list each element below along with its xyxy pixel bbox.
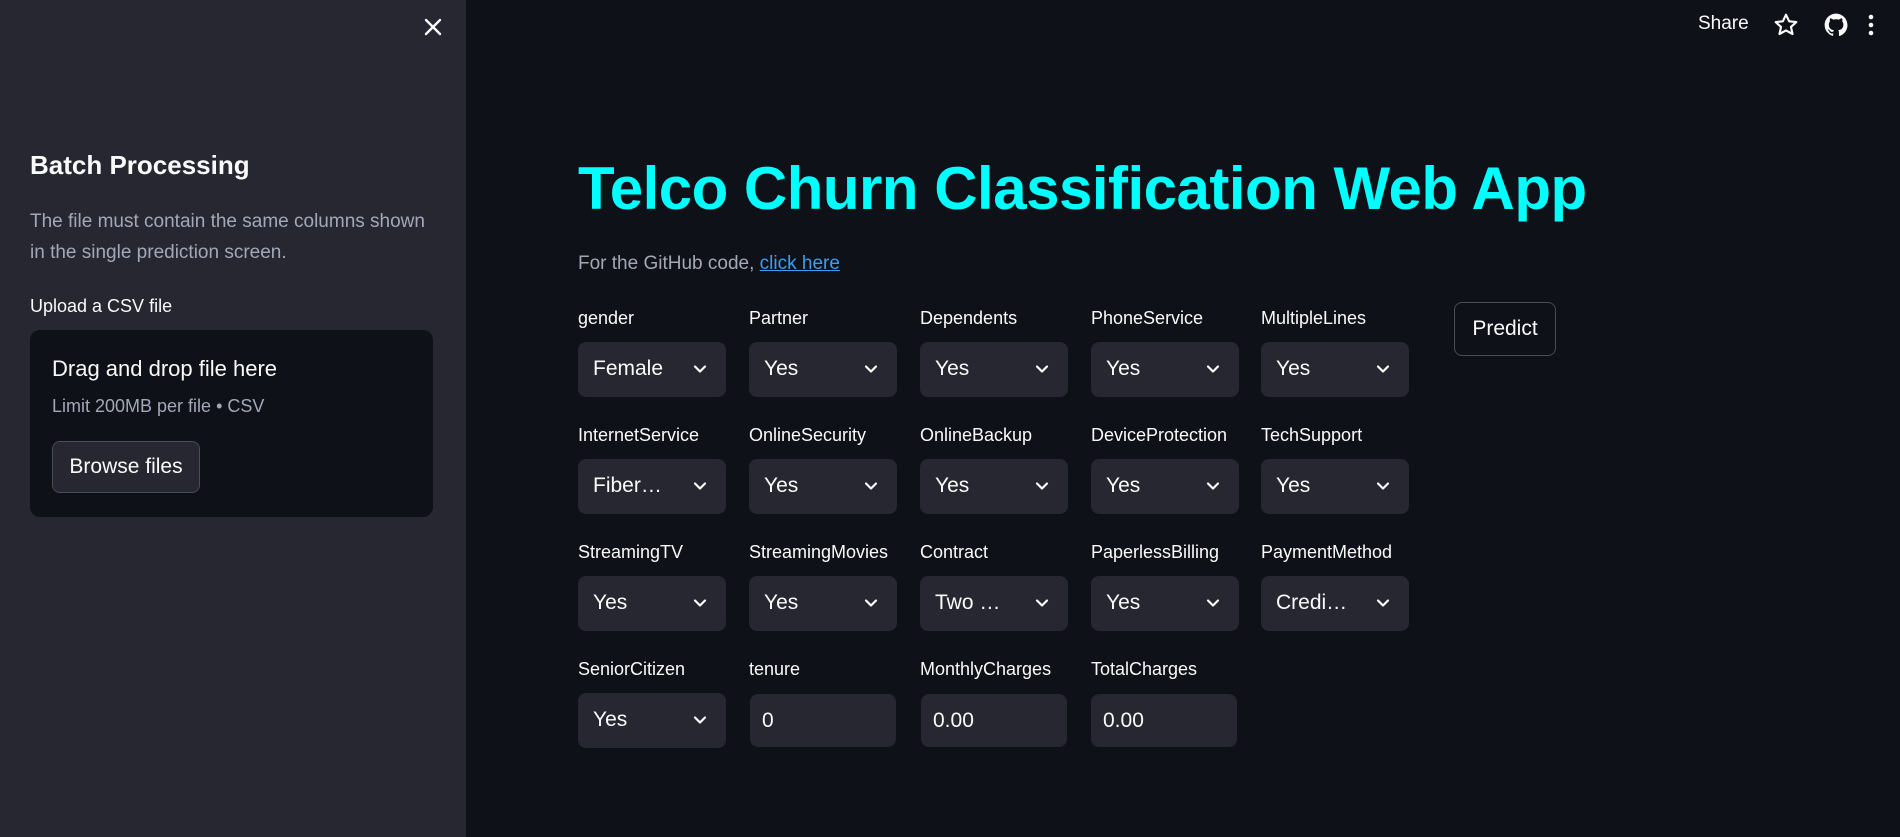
onlinebackup-label: OnlineBackup [920,425,1033,445]
partner-label: Partner [749,308,809,328]
partner-value: Yes [764,357,799,380]
tenure-label: tenure [749,659,801,679]
page-title: Telco Churn Classification Web App [578,155,1587,222]
tenure-field[interactable] [750,694,896,747]
internetservice-select[interactable]: Fiber… [578,459,726,514]
contract-value: Two … [935,591,1001,614]
seniorcitizen-select[interactable]: Yes [578,693,726,748]
chevron-down-icon [864,599,878,607]
chevron-down-icon [1376,482,1390,490]
paperlessbilling-select[interactable]: Yes [1091,576,1239,631]
totalcharges-label: TotalCharges [1091,659,1198,679]
paymentmethod-select[interactable]: Credi… [1261,576,1409,631]
file-dropzone[interactable]: Drag and drop file here Limit 200MB per … [30,330,433,517]
github-prefix: For the GitHub code, [578,253,760,274]
monthlycharges-field[interactable] [921,694,1067,747]
tenure-input[interactable] [751,695,895,746]
deviceprotection-value: Yes [1106,474,1141,497]
chevron-down-icon [1035,599,1049,607]
chevron-down-icon [1376,599,1390,607]
chevron-down-icon [1035,365,1049,373]
star-icon[interactable] [1773,12,1799,38]
phoneservice-label: PhoneService [1091,308,1204,328]
dropzone-title: Drag and drop file here [52,356,278,381]
monthlycharges-input[interactable] [922,695,1066,746]
streamingtv-select[interactable]: Yes [578,576,726,631]
deviceprotection-select[interactable]: Yes [1091,459,1239,514]
gender-select[interactable]: Female [578,342,726,397]
seniorcitizen-label: SeniorCitizen [578,659,686,679]
techsupport-label: TechSupport [1261,425,1363,445]
paymentmethod-value: Credi… [1276,591,1348,614]
chevron-down-icon [864,482,878,490]
chevron-down-icon [1376,365,1390,373]
streamingtv-label: StreamingTV [578,542,684,562]
browse-files-button[interactable]: Browse files [52,441,200,493]
seniorcitizen-value: Yes [593,708,628,731]
onlinebackup-value: Yes [935,474,970,497]
onlinebackup-select[interactable]: Yes [920,459,1068,514]
close-sidebar-button[interactable] [418,12,448,42]
chevron-down-icon [864,365,878,373]
sidebar-title: Batch Processing [30,150,250,180]
streamingmovies-label: StreamingMovies [749,542,889,562]
multiplelines-value: Yes [1276,357,1311,380]
internetservice-value: Fiber… [593,474,662,497]
predict-button[interactable]: Predict [1454,302,1556,356]
close-icon [424,18,442,36]
dependents-select[interactable]: Yes [920,342,1068,397]
onlinesecurity-select[interactable]: Yes [749,459,897,514]
multiplelines-label: MultipleLines [1261,308,1367,328]
contract-select[interactable]: Two … [920,576,1068,631]
phoneservice-select[interactable]: Yes [1091,342,1239,397]
github-link[interactable]: click here [760,253,840,274]
dependents-label: Dependents [920,308,1018,328]
gender-value: Female [593,357,664,380]
phoneservice-value: Yes [1106,357,1141,380]
chevron-down-icon [693,716,707,724]
techsupport-select[interactable]: Yes [1261,459,1409,514]
partner-select[interactable]: Yes [749,342,897,397]
chevron-down-icon [1206,365,1220,373]
github-icon[interactable] [1823,12,1849,38]
internetservice-label: InternetService [578,425,700,445]
multiplelines-select[interactable]: Yes [1261,342,1409,397]
paymentmethod-label: PaymentMethod [1261,542,1393,562]
deviceprotection-label: DeviceProtection [1091,425,1228,445]
dropzone-limit: Limit 200MB per file • CSV [52,396,265,416]
chevron-down-icon [693,599,707,607]
chevron-down-icon [693,482,707,490]
streamingtv-value: Yes [593,591,628,614]
totalcharges-field[interactable] [1091,694,1237,747]
upload-label: Upload a CSV file [30,296,173,316]
contract-label: Contract [920,542,989,562]
chevron-down-icon [1035,482,1049,490]
chevron-down-icon [693,365,707,373]
streamingmovies-select[interactable]: Yes [749,576,897,631]
more-vert-icon[interactable] [1866,12,1876,38]
monthlycharges-label: MonthlyCharges [920,659,1052,679]
share-button[interactable]: Share [1698,13,1749,35]
totalcharges-input[interactable] [1092,695,1236,746]
dependents-value: Yes [935,357,970,380]
streamingmovies-value: Yes [764,591,799,614]
chevron-down-icon [1206,599,1220,607]
chevron-down-icon [1206,482,1220,490]
github-line: For the GitHub code, click here [578,253,840,275]
gender-label: gender [578,308,635,328]
onlinesecurity-label: OnlineSecurity [749,425,867,445]
sidebar: Batch Processing The file must contain t… [0,0,466,837]
paperlessbilling-value: Yes [1106,591,1141,614]
techsupport-value: Yes [1276,474,1311,497]
onlinesecurity-value: Yes [764,474,799,497]
paperlessbilling-label: PaperlessBilling [1091,542,1220,562]
sidebar-description: The file must contain the same columns s… [30,211,425,263]
